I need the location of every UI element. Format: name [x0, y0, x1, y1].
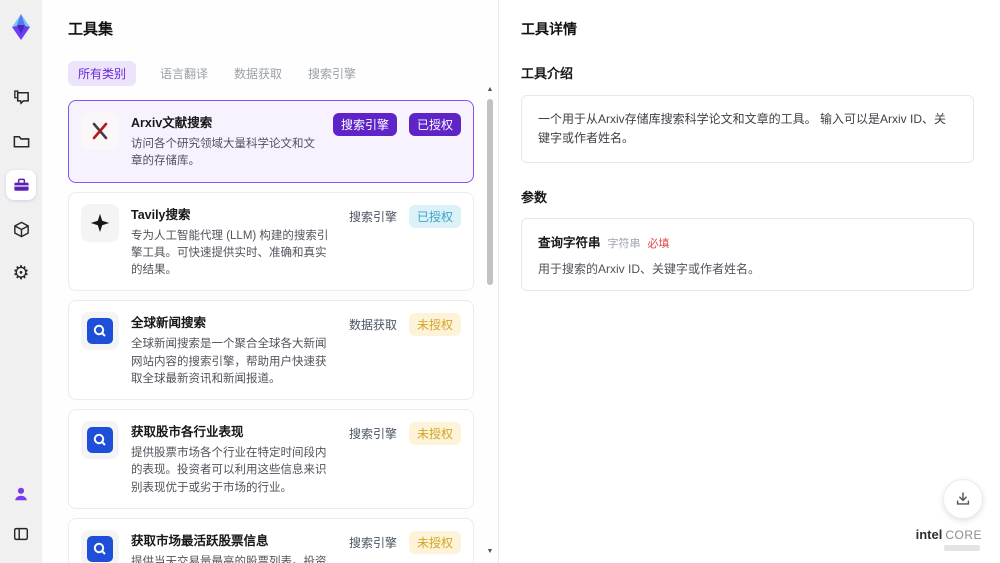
page-title: 工具集 [68, 21, 114, 38]
sidebar-item-chat[interactable] [6, 82, 36, 112]
sidebar-bottom [6, 479, 36, 563]
auth-status-badge: 未授权 [408, 530, 461, 554]
settings-gear-icon: ⚙ [12, 262, 30, 284]
tool-card[interactable]: 获取股市各行业表现 提供股票市场各个行业在特定时间段内的表现。投资者可以利用这些… [68, 409, 474, 509]
sidebar-nav: ⚙ [6, 82, 36, 288]
download-button[interactable] [943, 479, 983, 519]
panel-toggle-icon [12, 525, 30, 543]
tool-detail-panel: 工具详情 工具介绍 一个用于从Arxiv存储库搜索科学论文和文章的工具。 输入可… [499, 0, 1000, 563]
category-badge: 搜索引擎 [348, 535, 397, 550]
brand-core: CORE [945, 528, 982, 542]
tool-description: 专为人工智能代理 (LLM) 构建的搜索引擎工具。可快速提供实时、准确和真实的结… [131, 229, 329, 277]
chat-icon [12, 88, 31, 107]
blue-search-icon [87, 535, 113, 562]
scrollbar-thumb[interactable] [487, 99, 493, 285]
params-heading: 参数 [521, 190, 548, 206]
auth-status-badge: 已授权 [408, 113, 461, 136]
tool-name: Tavily搜索 [131, 207, 191, 222]
brand-sub-mark [944, 545, 980, 551]
package-icon [12, 220, 31, 239]
detail-title: 工具详情 [521, 21, 577, 37]
tool-description: 全球新闻搜索是一个聚合全球各大新闻网站内容的搜索引擎，帮助用户快速获取全球最新资… [131, 338, 327, 385]
tab-all-categories[interactable]: 所有类别 [68, 61, 137, 86]
intel-core-logo: intel CORE [916, 527, 982, 551]
tab-search-engine[interactable]: 搜索引擎 [306, 61, 358, 86]
tool-list-panel: 工具集 所有类别 语言翻译 数据获取 搜索引擎 Arxiv文献搜索 访问各个研究… [42, 0, 498, 563]
category-tabs: 所有类别 语言翻译 数据获取 搜索引擎 [68, 61, 482, 86]
tool-icon-box [81, 112, 119, 150]
user-icon [12, 485, 30, 503]
toolbox-icon [12, 176, 31, 195]
param-required-flag: 必填 [647, 238, 670, 251]
tool-card[interactable]: Arxiv文献搜索 访问各个研究领域大量科学论文和文章的存储库。 搜索引擎 已授… [68, 100, 474, 183]
folder-icon [12, 132, 31, 151]
sidebar-item-panel-toggle[interactable] [6, 519, 36, 549]
tool-card[interactable]: 全球新闻搜索 全球新闻搜索是一个聚合全球各大新闻网站内容的搜索引擎，帮助用户快速… [68, 300, 474, 400]
auth-status-badge: 已授权 [408, 204, 461, 228]
tool-intro-box: 一个用于从Arxiv存储库搜索科学论文和文章的工具。 输入可以是Arxiv ID… [521, 95, 974, 164]
category-badge: 搜索引擎 [332, 113, 397, 136]
list-scrollbar[interactable]: ▲ ▼ [486, 86, 494, 556]
app-sidebar: ⚙ [0, 0, 42, 563]
param-name: 查询字符串 [538, 236, 601, 251]
app-logo [6, 12, 36, 42]
download-icon [954, 490, 972, 508]
blue-search-icon [87, 427, 113, 453]
tool-description: 提供股票市场各个行业在特定时间段内的表现。投资者可以利用这些信息来识别表现优于或… [131, 447, 327, 494]
tool-description: 提供当天交易量最高的股票列表。投资者可以利用这些信息来识别流动性强的股票和潜在的… [131, 555, 327, 563]
category-badge: 搜索引擎 [348, 427, 397, 441]
tool-card[interactable]: 获取市场最活跃股票信息 提供当天交易量最高的股票列表。投资者可以利用这些信息来识… [68, 517, 474, 563]
category-badge: 搜索引擎 [348, 209, 397, 224]
sidebar-item-settings[interactable]: ⚙ [6, 258, 36, 288]
tool-icon-box [81, 312, 119, 351]
tool-card-list: Arxiv文献搜索 访问各个研究领域大量科学论文和文章的存储库。 搜索引擎 已授… [68, 100, 482, 563]
blue-search-icon [87, 318, 113, 345]
param-type: 字符串 [607, 238, 641, 251]
tool-name: Arxiv文献搜索 [131, 116, 213, 130]
intro-heading: 工具介绍 [521, 66, 574, 81]
scroll-down-arrow[interactable]: ▼ [486, 548, 494, 556]
sidebar-item-account[interactable] [6, 479, 36, 509]
tab-data-fetch[interactable]: 数据获取 [232, 61, 284, 86]
param-description: 用于搜索的Arxiv ID、关键字或作者姓名。 [538, 262, 761, 277]
sidebar-item-files[interactable] [6, 126, 36, 156]
sidebar-item-toolbox[interactable] [6, 170, 36, 200]
arxiv-icon [89, 120, 111, 142]
tool-card[interactable]: Tavily搜索 专为人工智能代理 (LLM) 构建的搜索引擎工具。可快速提供实… [68, 191, 474, 292]
tool-description: 访问各个研究领域大量科学论文和文章的存储库。 [131, 138, 315, 168]
auth-status-badge: 未授权 [408, 313, 461, 337]
tool-name: 获取市场最活跃股票信息 [131, 533, 269, 548]
sparkle-star-icon [89, 212, 111, 234]
brand-intel: intel [915, 527, 943, 542]
category-badge: 数据获取 [348, 318, 397, 333]
tool-icon-box [81, 203, 119, 242]
tool-name: 全球新闻搜索 [131, 316, 207, 331]
tool-name: 获取股市各行业表现 [131, 425, 244, 439]
sidebar-item-packages[interactable] [6, 214, 36, 244]
tab-language-translation[interactable]: 语言翻译 [158, 61, 210, 86]
scroll-up-arrow[interactable]: ▲ [486, 86, 494, 94]
auth-status-badge: 未授权 [408, 422, 461, 445]
param-card: 查询字符串 字符串 必填 用于搜索的Arxiv ID、关键字或作者姓名。 [521, 218, 974, 292]
tool-icon-box [81, 421, 119, 459]
tool-icon-box [81, 529, 119, 563]
